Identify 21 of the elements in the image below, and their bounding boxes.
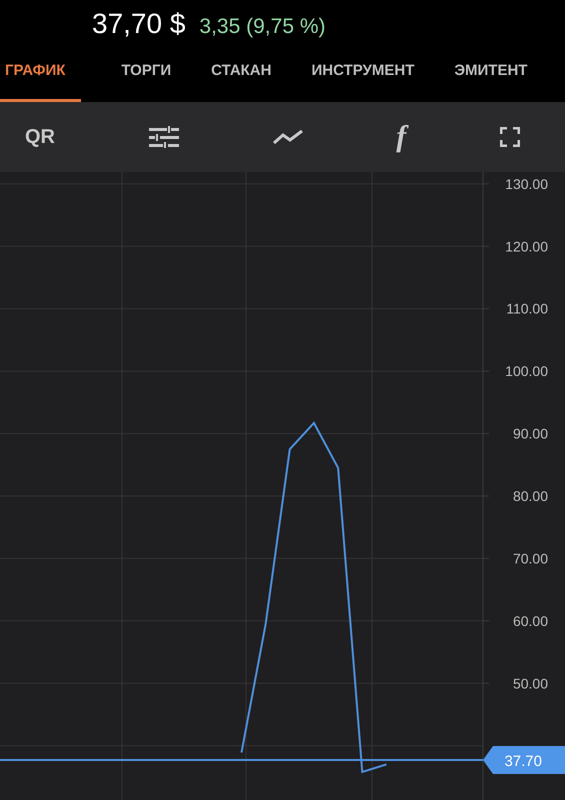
line-chart-icon[interactable] — [272, 129, 302, 145]
axis-label: 90.00 — [512, 426, 548, 442]
axis-label: 110.00 — [506, 300, 548, 317]
tab[interactable]: ЭМИТЕНТ — [449, 42, 528, 102]
axis-label: 80.00 — [512, 488, 548, 504]
tab[interactable]: ИНСТРУМЕНТ — [306, 42, 414, 102]
tab[interactable]: ТОРГИ — [116, 42, 172, 102]
qr-button[interactable]: QR — [25, 126, 55, 148]
sliders-icon[interactable] — [148, 126, 179, 148]
axis-label: 60.00 — [512, 612, 548, 629]
price: 37,70 $ — [92, 8, 186, 40]
price-tag-label: 37.70 — [504, 753, 542, 770]
axis-label: 120.00 — [505, 238, 548, 254]
tab[interactable]: СТАКАН — [206, 42, 272, 102]
formula-button[interactable]: f — [396, 120, 406, 154]
axis-label: 100.00 — [505, 363, 548, 380]
axis-label: 70.00 — [512, 550, 548, 566]
fullscreen-icon[interactable] — [500, 127, 520, 147]
axis-label: 50.00 — [512, 675, 548, 692]
axis-label: 130.00 — [505, 176, 548, 192]
price-change: 3,35 (9,75 %) — [199, 15, 326, 39]
